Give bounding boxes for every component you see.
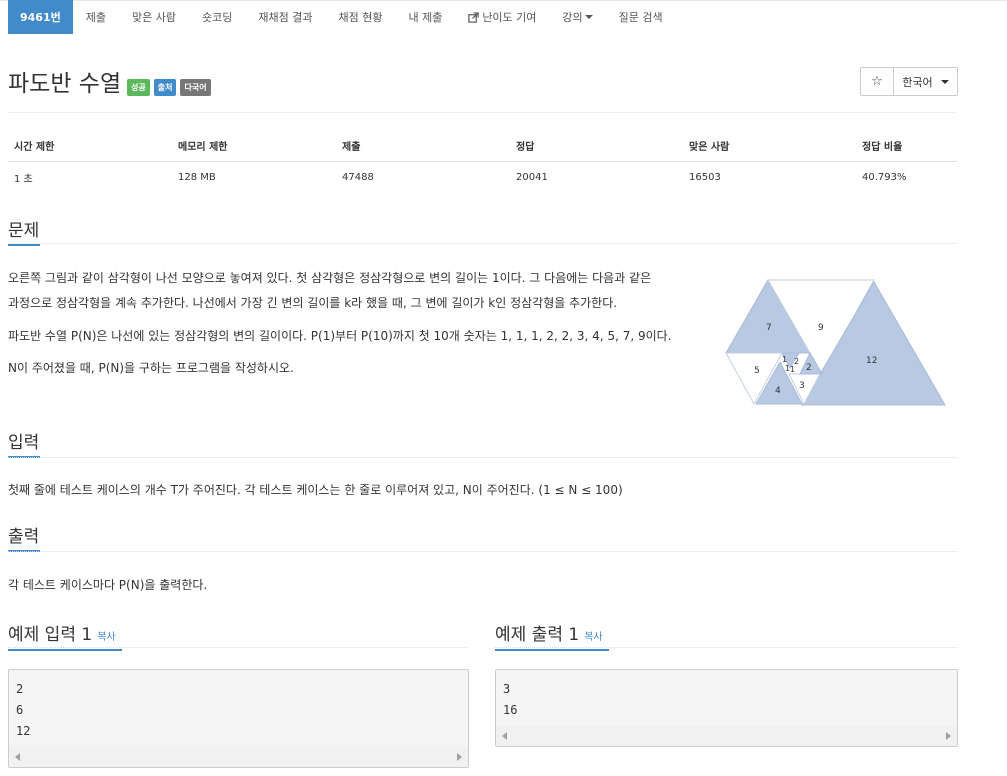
section-divider — [8, 457, 957, 458]
tab-label: 채점 현황 — [338, 11, 383, 24]
accepted-value: 20041 — [516, 172, 548, 183]
heading-text: 출력 — [8, 527, 40, 547]
accept-ratio-value: 40.793% — [862, 172, 907, 183]
tab-submit[interactable]: 제출 — [73, 0, 119, 34]
problem-text-line: N이 주어졌을 때, P(N)을 구하는 프로그램을 작성하시오. — [8, 361, 294, 375]
tab-label: 제출 — [85, 11, 106, 24]
heading-text: 문제 — [8, 221, 40, 241]
tab-label: 재채점 결과 — [258, 11, 313, 24]
submissions-value: 47488 — [342, 172, 374, 183]
sample-output-box[interactable]: 3 16 — [495, 669, 958, 747]
language-dropdown[interactable]: 한국어 — [894, 68, 957, 95]
scroll-left-arrow-icon[interactable] — [15, 753, 20, 761]
heading-text: 입력 — [8, 433, 40, 453]
label-1d: 1 — [790, 365, 795, 374]
tab-question-search[interactable]: 질문 검색 — [606, 0, 676, 34]
section-divider — [8, 551, 957, 552]
tab-rejudge-results[interactable]: 재채점 결과 — [245, 0, 325, 34]
tab-label: 맞은 사람 — [132, 11, 176, 24]
memory-limit-value: 128 MB — [178, 172, 216, 183]
label-3: 3 — [799, 381, 805, 391]
label-1a: 1 — [782, 355, 787, 364]
tab-label: 내 제출 — [408, 11, 443, 24]
col-memory-limit: 메모리 제한 — [172, 134, 336, 162]
time-limit-value: 1 초 — [14, 174, 33, 185]
section-divider — [495, 647, 957, 648]
horizontal-scrollbar[interactable] — [9, 747, 468, 767]
tab-my-submissions[interactable]: 내 제출 — [395, 0, 455, 34]
chevron-down-icon — [584, 15, 593, 19]
success-badge[interactable]: 성공 — [127, 79, 150, 96]
sample-output-line: 3 — [503, 682, 511, 696]
label-4: 4 — [775, 386, 781, 396]
star-icon: ☆ — [871, 74, 883, 89]
multilang-badge: 다국어 — [180, 79, 211, 96]
heading-underline — [495, 649, 609, 651]
heading-text: 예제 입력 1 — [8, 625, 93, 645]
title-actions: ☆ 한국어 — [860, 67, 958, 96]
heading-text: 예제 출력 1 — [495, 625, 580, 645]
label-5: 5 — [754, 366, 760, 376]
input-description: 첫째 줄에 테스트 케이스의 개수 T가 주어진다. 각 테스트 케이스는 한 … — [8, 483, 623, 497]
sample-input-box[interactable]: 2 6 12 — [8, 669, 469, 768]
problem-title: 파도반 수열 — [8, 71, 122, 97]
scroll-left-arrow-icon[interactable] — [502, 732, 507, 740]
accepted-users-value: 16503 — [689, 172, 721, 183]
sample-input-line: 2 — [16, 682, 24, 696]
problem-badges: 성공 출처 다국어 — [127, 79, 211, 96]
col-submissions: 제출 — [336, 134, 510, 162]
output-description: 각 테스트 케이스마다 P(N)을 출력한다. — [8, 578, 208, 592]
col-accepted: 정답 — [510, 134, 683, 162]
problem-nav: 9461번 제출 맞은 사람 숏코딩 재채점 결과 채점 현황 내 제출 난이도… — [8, 0, 676, 34]
copy-sample-input-button[interactable]: 복사 — [97, 632, 115, 643]
sample-input-line: 12 — [16, 724, 31, 738]
label-9: 9 — [818, 323, 824, 333]
problem-text-line: 파도반 수열 P(N)은 나선에 있는 정삼각형의 변의 길이이다. P(1)부… — [8, 329, 672, 343]
tab-difficulty-contribution[interactable]: 난이도 기여 — [455, 0, 549, 34]
input-section-heading: 입력 — [8, 428, 40, 458]
label-7: 7 — [766, 323, 772, 333]
problem-text-line: 과정으로 정삼각형을 계속 추가한다. 나선에서 가장 긴 변의 길이를 k라 … — [8, 296, 618, 310]
sample-output-line: 16 — [503, 703, 518, 717]
favorite-button[interactable]: ☆ — [861, 68, 894, 95]
tab-judge-status[interactable]: 채점 현황 — [325, 0, 395, 34]
label-2: 2 — [806, 363, 812, 373]
language-label: 한국어 — [902, 75, 933, 89]
tab-accepted-users[interactable]: 맞은 사람 — [119, 0, 189, 34]
section-divider — [8, 647, 468, 648]
tab-label: 9461번 — [20, 11, 61, 24]
horizontal-scrollbar[interactable] — [496, 726, 957, 746]
source-badge[interactable]: 출처 — [153, 79, 177, 96]
tab-lectures-dropdown[interactable]: 강의 — [549, 0, 605, 34]
col-accepted-users: 맞은 사람 — [683, 134, 856, 162]
tab-label: 질문 검색 — [618, 11, 663, 24]
problem-info-table: 시간 제한 메모리 제한 제출 정답 맞은 사람 정답 비율 1 초 128 M… — [8, 134, 957, 193]
tab-label: 숏코딩 — [201, 11, 233, 24]
info-header-row: 시간 제한 메모리 제한 제출 정답 맞은 사람 정답 비율 — [8, 134, 957, 162]
tab-label: 난이도 기여 — [482, 11, 537, 24]
copy-sample-output-button[interactable]: 복사 — [584, 632, 602, 643]
external-link-icon — [468, 11, 479, 23]
col-time-limit: 시간 제한 — [8, 134, 172, 162]
tab-label: 강의 — [562, 11, 583, 24]
heading-underline — [8, 649, 122, 651]
scroll-right-arrow-icon[interactable] — [457, 753, 462, 761]
scroll-right-arrow-icon[interactable] — [946, 732, 951, 740]
info-value-row: 1 초 128 MB 47488 20041 16503 40.793% — [8, 162, 957, 194]
problem-section-heading: 문제 — [8, 216, 40, 246]
tab-problem-number[interactable]: 9461번 — [8, 0, 73, 34]
col-accept-ratio: 정답 비율 — [856, 134, 957, 162]
output-section-heading: 출력 — [8, 522, 40, 552]
sample-input-heading: 예제 입력 1 복사 — [8, 620, 122, 651]
sample-output-heading: 예제 출력 1 복사 — [495, 620, 609, 651]
section-divider — [8, 243, 957, 244]
problem-text-line: 오른쪽 그림과 같이 삼각형이 나선 모양으로 놓여져 있다. 첫 삼각형은 정… — [8, 271, 652, 285]
label-12: 12 — [866, 356, 877, 366]
tab-short-coding[interactable]: 숏코딩 — [189, 0, 245, 34]
caret-down-icon — [940, 79, 949, 84]
sample-input-line: 6 — [16, 703, 24, 717]
title-divider — [8, 112, 957, 113]
heading-underline — [8, 244, 40, 246]
padovan-spiral-diagram: 7 9 12 5 4 3 2 1 2 1 1 — [725, 278, 946, 406]
